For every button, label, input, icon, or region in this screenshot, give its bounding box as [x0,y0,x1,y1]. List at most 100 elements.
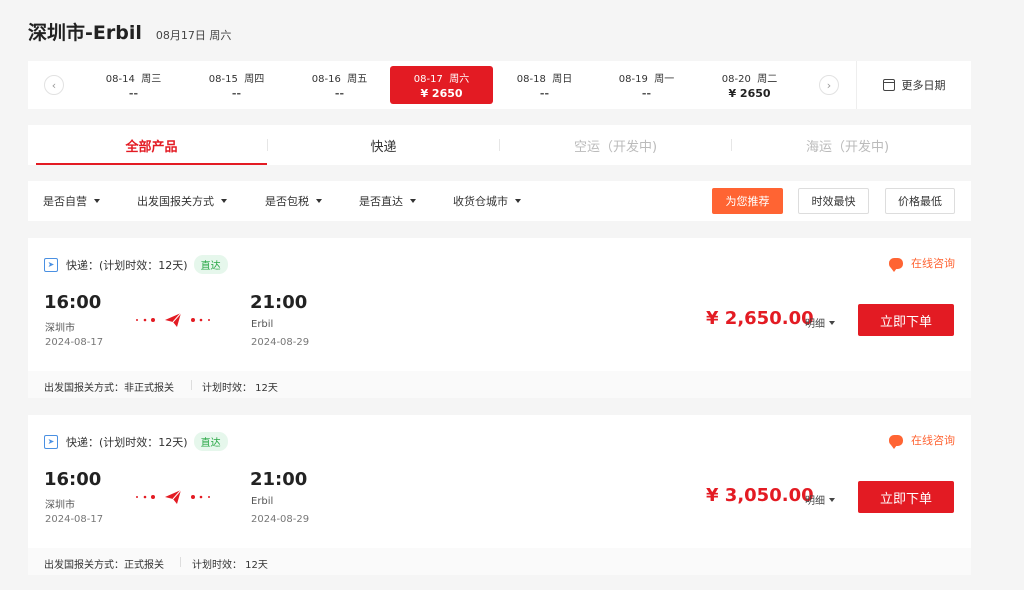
more-dates-label: 更多日期 [901,79,946,92]
date-label: 08-20 [721,74,751,85]
depart-time: 16:00 [44,292,102,313]
detail-label: 明细 [805,319,825,330]
caret-down-icon [316,199,322,203]
consult-label: 在线咨询 [911,434,955,447]
footer-divider [191,380,192,390]
customs-method: 出发国报关方式：正式报关 [44,560,164,571]
depart-time: 16:00 [44,469,102,490]
product-tabs: 全部产品 快递 空运（开发中) 海运（开发中) [28,125,971,165]
paper-plane-icon: ➤ [44,434,58,449]
detail-label: 明细 [805,496,825,507]
date-label: 08-17 [413,74,443,85]
tab-sea-freight[interactable]: 海运（开发中) [732,125,963,165]
caret-down-icon [221,199,227,203]
arrive-date: 2024-08-29 [251,514,310,525]
route-plane-icon [136,312,210,327]
chat-icon [889,257,903,272]
date-cell[interactable]: 08-18 周日 -- [493,66,596,104]
arrive-city: Erbil [251,496,274,507]
product-card: ➤ 快递：(计划时效：12天) 直达 在线咨询 16:00 深圳市 2024-0… [28,238,971,398]
weekday-label: 周五 [347,74,368,85]
price-detail-toggle[interactable]: 明细 [805,315,835,330]
card-footer: 出发国报关方式：正式报关 计划时效： 12天 [28,548,971,575]
sort-fastest-button[interactable]: 时效最快 [798,188,869,214]
date-cell[interactable]: 08-16 周五 -- [288,66,391,104]
filter-label: 出发国报关方式 [137,195,214,208]
route-title: 深圳市-Erbil [28,22,142,44]
filter-self-operated[interactable]: 是否自营 [43,181,100,221]
caret-down-icon [94,199,100,203]
weekday-label: 周一 [654,74,675,85]
caret-down-icon [515,199,521,203]
date-label: 08-14 [105,74,135,85]
date-cell[interactable]: 08-14 周三 -- [82,66,185,104]
chevron-right-icon[interactable]: › [819,75,839,95]
date-price: -- [128,87,139,100]
order-now-button[interactable]: 立即下单 [858,481,954,513]
depart-date: 2024-08-17 [45,514,104,525]
date-cell-selected[interactable]: 08-17 周六 ¥ 2650 [390,66,493,104]
tab-express[interactable]: 快递 [268,125,499,165]
weekday-label: 周四 [244,74,265,85]
paper-plane-icon: ➤ [44,257,58,272]
filter-label: 收货仓城市 [453,195,508,208]
chevron-left-icon[interactable]: ‹ [44,75,64,95]
more-dates-button[interactable]: 更多日期 [856,61,971,109]
date-price: -- [334,87,345,100]
weekday-label: 周日 [552,74,573,85]
arrive-time: 21:00 [250,469,308,490]
filter-label: 是否自营 [43,195,87,208]
filter-label: 是否直达 [359,195,403,208]
price-detail-toggle[interactable]: 明细 [805,492,835,507]
product-card: ➤ 快递：(计划时效：12天) 直达 在线咨询 16:00 深圳市 2024-0… [28,415,971,575]
card-footer: 出发国报关方式：非正式报关 计划时效： 12天 [28,371,971,398]
arrive-time: 21:00 [250,292,308,313]
order-now-button[interactable]: 立即下单 [858,304,954,336]
chat-icon [889,434,903,449]
date-selector: ‹ 08-14 周三 -- 08-15 周四 -- 08-16 周五 -- 08… [28,61,971,109]
consult-label: 在线咨询 [911,257,955,270]
tab-air-freight[interactable]: 空运（开发中) [500,125,731,165]
arrive-date: 2024-08-29 [251,337,310,348]
date-price: ¥ 2650 [420,87,463,100]
service-info: ➤ 快递：(计划时效：12天) 直达 [44,255,228,274]
selected-date: 08月17日 周六 [155,29,232,42]
date-cell[interactable]: 08-19 周一 -- [595,66,698,104]
page-header: 深圳市-Erbil 08月17日 周六 [28,18,232,44]
direct-badge: 直达 [193,432,228,451]
planned-timing: 计划时效： 12天 [192,560,268,571]
price: ¥ 3,050.00 [706,485,814,506]
filter-tax-included[interactable]: 是否包税 [265,181,322,221]
filter-warehouse-city[interactable]: 收货仓城市 [453,181,521,221]
online-consult-link[interactable]: 在线咨询 [889,255,955,272]
service-label: 快递：(计划时效：12天) [66,258,188,272]
tab-all-products[interactable]: 全部产品 [36,125,267,165]
filter-customs-method[interactable]: 出发国报关方式 [137,181,227,221]
online-consult-link[interactable]: 在线咨询 [889,432,955,449]
caret-down-icon [829,320,835,325]
direct-badge: 直达 [193,255,228,274]
filter-label: 是否包税 [265,195,309,208]
depart-date: 2024-08-17 [45,337,104,348]
date-label: 08-18 [516,74,546,85]
date-label: 08-19 [618,74,648,85]
sort-cheapest-button[interactable]: 价格最低 [885,188,955,214]
depart-city: 深圳市 [45,500,75,511]
filter-direct[interactable]: 是否直达 [359,181,416,221]
date-cell[interactable]: 08-15 周四 -- [185,66,288,104]
sort-recommended-button[interactable]: 为您推荐 [712,188,783,214]
weekday-label: 周二 [757,74,778,85]
date-label: 08-15 [208,74,238,85]
planned-timing: 计划时效： 12天 [202,383,278,394]
date-label: 08-16 [311,74,341,85]
date-price: -- [231,87,242,100]
date-price: -- [641,87,652,100]
date-price: -- [539,87,550,100]
weekday-label: 周六 [449,74,470,85]
service-label: 快递：(计划时效：12天) [66,435,188,449]
service-info: ➤ 快递：(计划时效：12天) 直达 [44,432,228,451]
date-cell[interactable]: 08-20 周二 ¥ 2650 [698,66,801,104]
arrive-city: Erbil [251,319,274,330]
price: ¥ 2,650.00 [706,308,814,329]
depart-city: 深圳市 [45,323,75,334]
